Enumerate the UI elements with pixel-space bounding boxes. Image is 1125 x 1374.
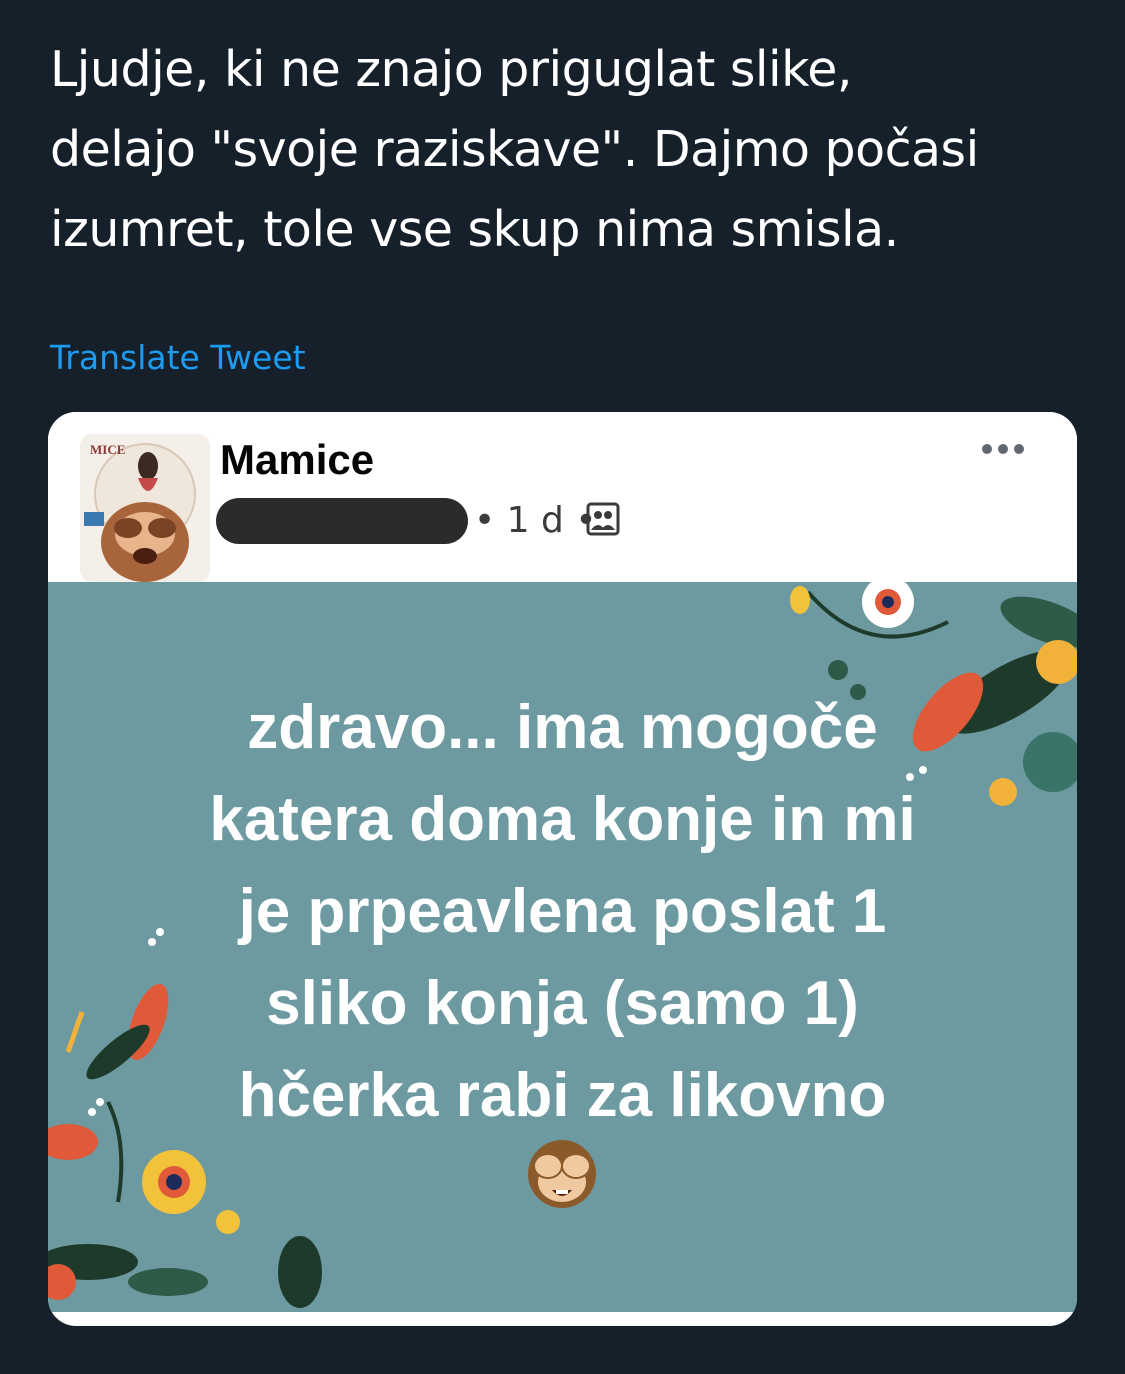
tweet-image[interactable]: MICE Mamice • 1 d • zdravo... ima mogoče… [48, 412, 1077, 1326]
fb-post-time: • 1 d • [474, 500, 597, 541]
more-horizontal-icon[interactable] [981, 442, 1025, 456]
see-no-evil-monkey-icon [528, 1140, 596, 1208]
friends-audience-icon [586, 502, 620, 536]
redacted-bar [216, 498, 468, 544]
translate-tweet-link[interactable]: Translate Tweet [50, 338, 306, 377]
avatar[interactable]: MICE [80, 434, 210, 582]
fb-post-background: zdravo... ima mogoče katera doma konje i… [48, 582, 1077, 1312]
fb-post-body: zdravo... ima mogoče katera doma konje i… [209, 693, 916, 1130]
fb-post-header: MICE Mamice • 1 d • [48, 412, 1077, 582]
tweet-text: Ljudje, ki ne znajo priguglat slike, del… [50, 41, 979, 258]
avatar-logo-text: MICE [90, 442, 125, 457]
fb-author-name[interactable]: Mamice [220, 436, 374, 484]
